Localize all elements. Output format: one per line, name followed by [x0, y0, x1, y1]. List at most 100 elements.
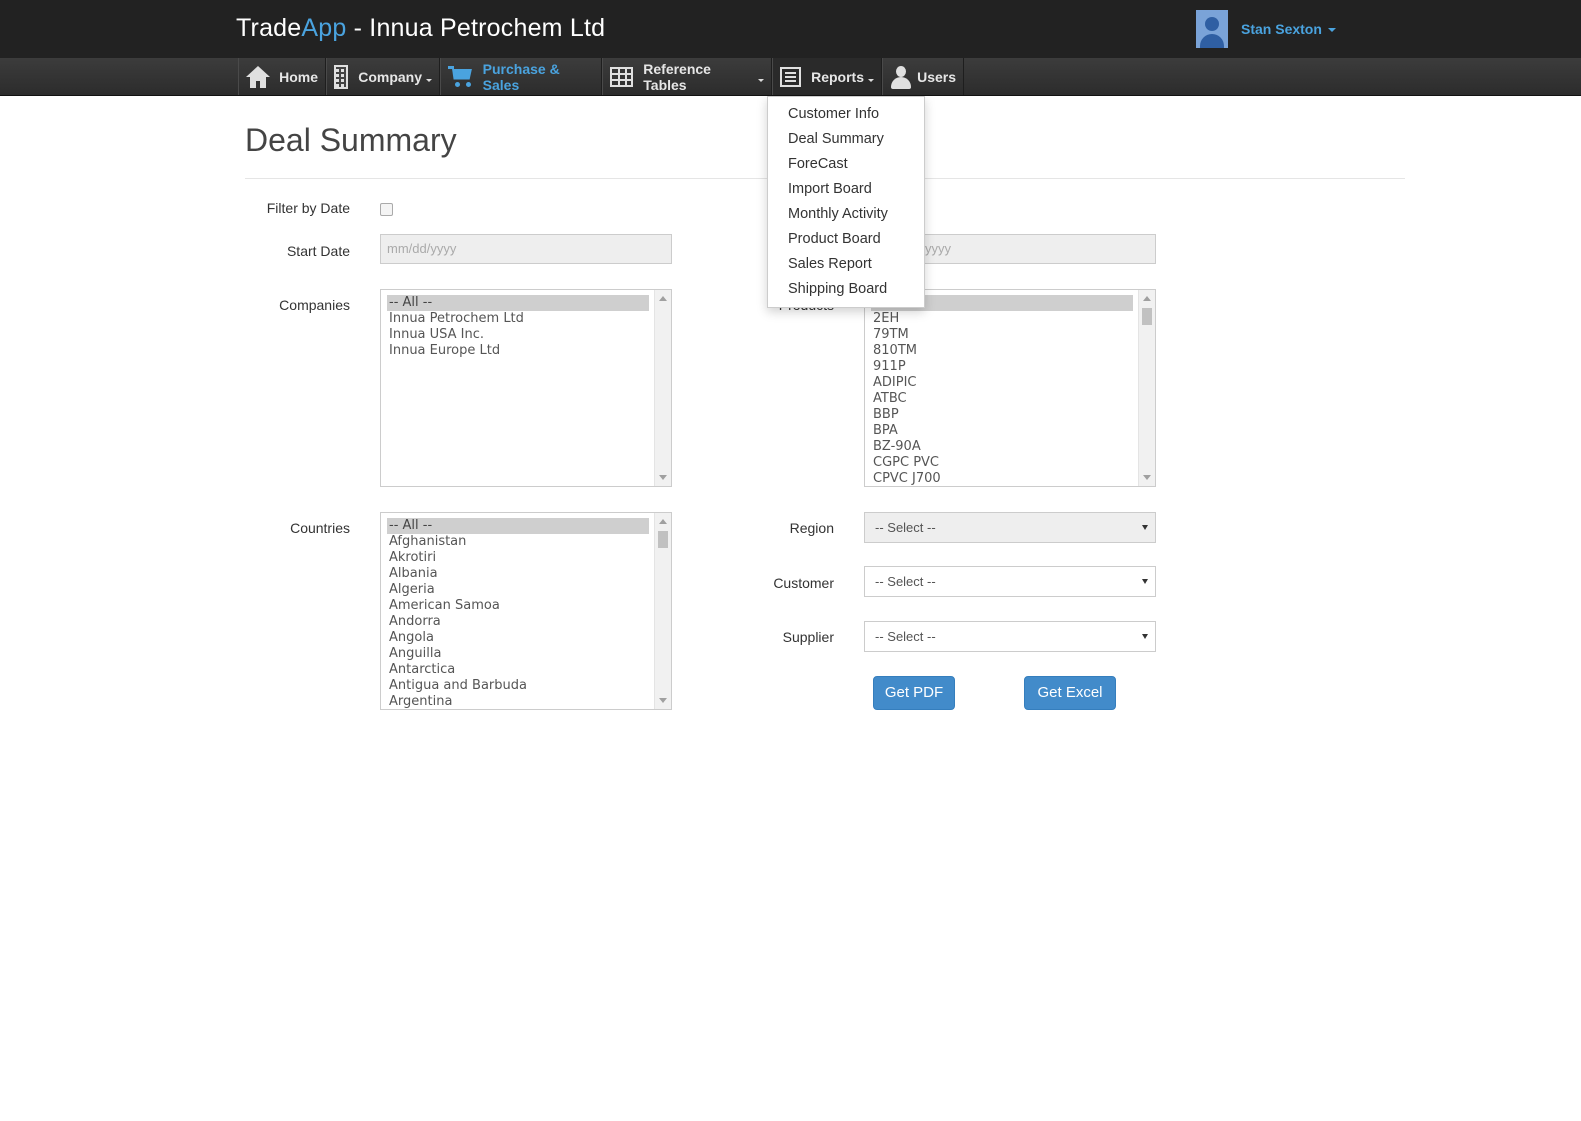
chevron-down-icon — [1142, 579, 1148, 584]
chevron-down-icon — [1142, 525, 1148, 530]
app-brand[interactable]: TradeApp - Innua Petrochem Ltd — [236, 14, 605, 43]
list-item[interactable]: 911P — [871, 359, 1133, 375]
scroll-thumb[interactable] — [1142, 308, 1152, 325]
scroll-up-icon[interactable] — [659, 519, 667, 524]
start-date-input[interactable]: mm/dd/yyyy — [380, 234, 672, 264]
home-icon — [246, 65, 270, 88]
list-item[interactable]: Argentina — [387, 694, 649, 709]
nav-item-company[interactable]: Company — [326, 58, 440, 95]
list-item[interactable]: Antigua and Barbuda — [387, 678, 649, 694]
list-item[interactable]: Antarctica — [387, 662, 649, 678]
filter-by-date-checkbox[interactable] — [380, 203, 393, 216]
nav-item-reports[interactable]: Reports — [772, 58, 882, 95]
nav-reports-label: Reports — [811, 68, 864, 85]
list-item[interactable]: BBP — [871, 407, 1133, 423]
list-item[interactable]: CPVC J700 — [871, 471, 1133, 486]
building-icon — [334, 64, 349, 89]
filter-by-date-label: Filter by Date — [266, 200, 350, 216]
start-date-label: Start Date — [286, 243, 350, 259]
menu-item-customer-info[interactable]: Customer Info — [768, 102, 924, 127]
menu-item-import-board[interactable]: Import Board — [768, 177, 924, 202]
products-listbox[interactable]: -- All -- 2EH 79TM 810TM 911P ADIPIC ATB… — [864, 289, 1156, 487]
scrollbar[interactable] — [1138, 290, 1155, 486]
list-item[interactable]: American Samoa — [387, 598, 649, 614]
avatar — [1196, 10, 1228, 48]
nav-users-label: Users — [917, 68, 956, 85]
cart-icon — [448, 65, 473, 88]
scrollbar[interactable] — [654, 290, 671, 486]
scroll-down-icon[interactable] — [659, 475, 667, 480]
get-pdf-button[interactable]: Get PDF — [873, 676, 955, 710]
list-item[interactable]: Akrotiri — [387, 550, 649, 566]
menu-item-deal-summary[interactable]: Deal Summary — [768, 127, 924, 152]
nav-home-label: Home — [279, 68, 318, 85]
list-item[interactable]: 79TM — [871, 327, 1133, 343]
list-item[interactable]: Innua Petrochem Ltd — [387, 311, 649, 327]
list-item[interactable]: Andorra — [387, 614, 649, 630]
menu-item-shipping-board[interactable]: Shipping Board — [768, 277, 924, 302]
menu-item-sales-report[interactable]: Sales Report — [768, 252, 924, 277]
nav-item-users[interactable]: Users — [882, 58, 964, 95]
list-item[interactable]: Afghanistan — [387, 534, 649, 550]
chevron-down-icon — [426, 79, 432, 82]
nav-purchase-sales-label: Purchase & Sales — [482, 60, 560, 93]
menu-item-monthly-activity[interactable]: Monthly Activity — [768, 202, 924, 227]
list-item[interactable]: Anguilla — [387, 646, 649, 662]
scroll-down-icon[interactable] — [1143, 475, 1151, 480]
brand-trade: Trade — [236, 14, 302, 42]
scrollbar[interactable] — [654, 513, 671, 709]
list-item[interactable]: Innua Europe Ltd — [387, 343, 649, 359]
user-icon — [890, 65, 911, 89]
scroll-down-icon[interactable] — [659, 698, 667, 703]
chevron-down-icon — [868, 79, 874, 82]
chevron-down-icon — [758, 79, 764, 82]
nav-bar: Home Company Purchase & Sales Reference … — [0, 58, 1581, 96]
list-item[interactable]: Innua USA Inc. — [387, 327, 649, 343]
countries-label: Countries — [290, 520, 350, 536]
list-item[interactable]: Angola — [387, 630, 649, 646]
list-item[interactable]: Albania — [387, 566, 649, 582]
scroll-up-icon[interactable] — [659, 296, 667, 301]
list-item[interactable]: Algeria — [387, 582, 649, 598]
brand-company: - Innua Petrochem Ltd — [346, 14, 606, 42]
menu-item-forecast[interactable]: ForeCast — [768, 152, 924, 177]
supplier-select[interactable]: -- Select -- — [864, 621, 1156, 652]
region-select[interactable]: -- Select -- — [864, 512, 1156, 543]
countries-listbox[interactable]: -- All -- Afghanistan Akrotiri Albania A… — [380, 512, 672, 710]
page-title: Deal Summary — [245, 122, 457, 158]
report-list-icon — [780, 66, 802, 87]
table-grid-icon — [610, 66, 634, 87]
list-item[interactable]: -- All -- — [387, 295, 649, 311]
list-item[interactable]: BPA — [871, 423, 1133, 439]
chevron-down-icon — [1327, 28, 1336, 33]
list-item[interactable]: ADIPIC — [871, 375, 1133, 391]
chevron-down-icon — [1142, 634, 1148, 639]
nav-item-purchase-sales[interactable]: Purchase & Sales — [440, 58, 602, 95]
supplier-select-value: -- Select -- — [875, 629, 936, 644]
nav-item-home[interactable]: Home — [238, 58, 326, 95]
region-label: Region — [789, 520, 834, 536]
user-name[interactable]: Stan Sexton — [1241, 21, 1336, 37]
get-excel-button[interactable]: Get Excel — [1024, 676, 1116, 710]
nav-company-label: Company — [358, 68, 422, 85]
user-menu[interactable]: Stan Sexton — [1196, 10, 1336, 48]
top-bar: TradeApp - Innua Petrochem Ltd Stan Sext… — [0, 0, 1581, 58]
scroll-up-icon[interactable] — [1143, 296, 1151, 301]
customer-select[interactable]: -- Select -- — [864, 566, 1156, 597]
list-item[interactable]: 810TM — [871, 343, 1133, 359]
scroll-thumb[interactable] — [658, 531, 668, 548]
companies-listbox[interactable]: -- All -- Innua Petrochem Ltd Innua USA … — [380, 289, 672, 487]
companies-label: Companies — [279, 297, 350, 313]
nav-reference-tables-label: Reference Tables — [643, 60, 711, 93]
list-item[interactable]: -- All -- — [387, 518, 649, 534]
list-item[interactable]: 2EH — [871, 311, 1133, 327]
brand-app: App — [301, 14, 347, 42]
reports-dropdown-menu: Customer Info Deal Summary ForeCast Impo… — [767, 96, 925, 308]
customer-label: Customer — [773, 575, 834, 591]
menu-item-product-board[interactable]: Product Board — [768, 227, 924, 252]
list-item[interactable]: ATBC — [871, 391, 1133, 407]
list-item[interactable]: BZ-90A — [871, 439, 1133, 455]
list-item[interactable]: CGPC PVC — [871, 455, 1133, 471]
nav-item-reference-tables[interactable]: Reference Tables — [602, 58, 772, 95]
supplier-label: Supplier — [782, 629, 834, 645]
